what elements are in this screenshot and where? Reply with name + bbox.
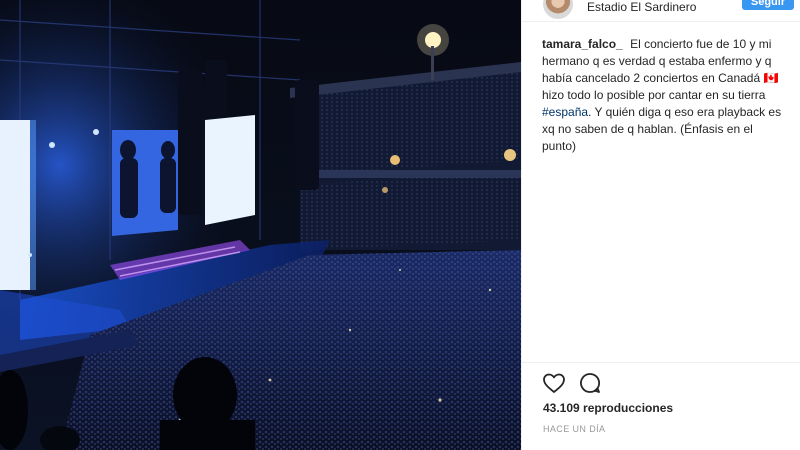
post-header: Estadio El Sardinero Seguir <box>522 0 800 22</box>
follow-button[interactable]: Seguir <box>742 0 794 10</box>
post-timestamp[interactable]: HACE UN DÍA <box>543 424 605 434</box>
post-actions: 43.109 reproducciones HACE UN DÍA <box>522 362 800 450</box>
post-media[interactable] <box>0 0 521 450</box>
view-count[interactable]: 43.109 reproducciones <box>543 401 673 415</box>
hashtag-link[interactable]: #españa <box>542 105 588 119</box>
comment-bubble-icon[interactable] <box>578 371 602 395</box>
concert-photo <box>0 0 521 450</box>
post-caption: tamara_falco_ El concierto fue de 10 y m… <box>542 36 782 155</box>
location-link[interactable]: Estadio El Sardinero <box>587 0 696 14</box>
heart-icon[interactable] <box>542 371 566 395</box>
avatar[interactable] <box>543 0 573 19</box>
post-sidebar: Estadio El Sardinero Seguir tamara_falco… <box>521 0 800 450</box>
canada-flag-emoji: 🇨🇦 <box>763 71 779 85</box>
caption-text-part2: hizo todo lo posible por cantar en su ti… <box>542 88 766 102</box>
caption-username[interactable]: tamara_falco_ <box>542 37 623 51</box>
